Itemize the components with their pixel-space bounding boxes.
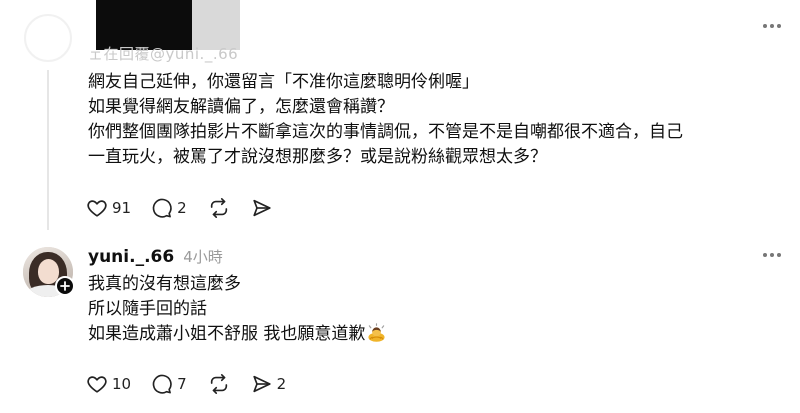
reply-count: 7 [177,375,187,393]
heart-icon [87,200,107,217]
previous-username: ェ在回覆@yuni._.66 [88,45,239,63]
comment-2-text: 我真的沒有想這麼多 所以隨手回的話 如果造成蕭小姐不舒服 我也願意道歉 [88,272,778,347]
timestamp: 4小時 [183,248,223,266]
comment-1-line: 你們整個團隊拍影片不斷拿這次的事情調侃，不管是不是自嘲都很不適合，自己 [88,122,683,142]
thread-connector-line [47,70,49,230]
like-count: 91 [112,199,132,217]
share-button[interactable] [251,197,273,219]
comment-bubble-icon [152,198,172,218]
reply-button[interactable]: 7 [151,373,187,395]
follow-button[interactable] [55,276,75,296]
repost-button[interactable] [207,197,231,219]
reply-button[interactable]: 2 [151,197,187,219]
comment-bubble-icon [152,374,172,394]
previous-post-header: ェ在回覆@yuni._.66 [0,0,800,63]
previous-avatar [24,14,72,62]
repost-button[interactable] [207,373,231,395]
comment-1-line: 如果覺得網友解讀偏了，怎麼還會稱讚？ [88,97,394,117]
bowing-person-emoji [368,323,385,342]
repost-icon [210,198,227,218]
repost-icon [210,374,227,394]
heart-icon [87,376,107,393]
plus-icon [60,281,70,291]
comment-1-actions: 91 2 [86,196,293,220]
like-count: 10 [112,375,132,393]
comment-2-header: yuni._.66 4小時 [88,246,223,267]
send-icon [253,199,271,217]
reply-count: 2 [177,199,187,217]
comment-1-line: 網友自己延伸，你還留言「不准你這麼聰明伶俐喔」 [88,72,479,92]
comment-2-actions: 10 7 2 [86,372,306,396]
comment-2-line: 所以隨手回的話 [88,299,207,319]
comment-2-line: 我真的沒有想這麼多 [88,274,241,294]
more-options-icon[interactable] [761,18,783,34]
share-count: 2 [276,375,287,393]
username[interactable]: yuni._.66 [88,247,174,267]
comment-2-line: 如果造成蕭小姐不舒服 我也願意道歉 [88,324,366,344]
comment-1-line: 一直玩火，被罵了才說沒想那麼多？或是說粉絲觀眾想太多？ [88,147,547,167]
like-button[interactable]: 10 [86,373,131,395]
send-icon [253,375,271,393]
comment-1-text: 網友自己延伸，你還留言「不准你這麼聰明伶俐喔」 如果覺得網友解讀偏了，怎麼還會稱… [88,70,778,170]
share-button[interactable]: 2 [251,373,287,395]
like-button[interactable]: 91 [86,197,131,219]
more-options-icon[interactable] [761,247,783,263]
